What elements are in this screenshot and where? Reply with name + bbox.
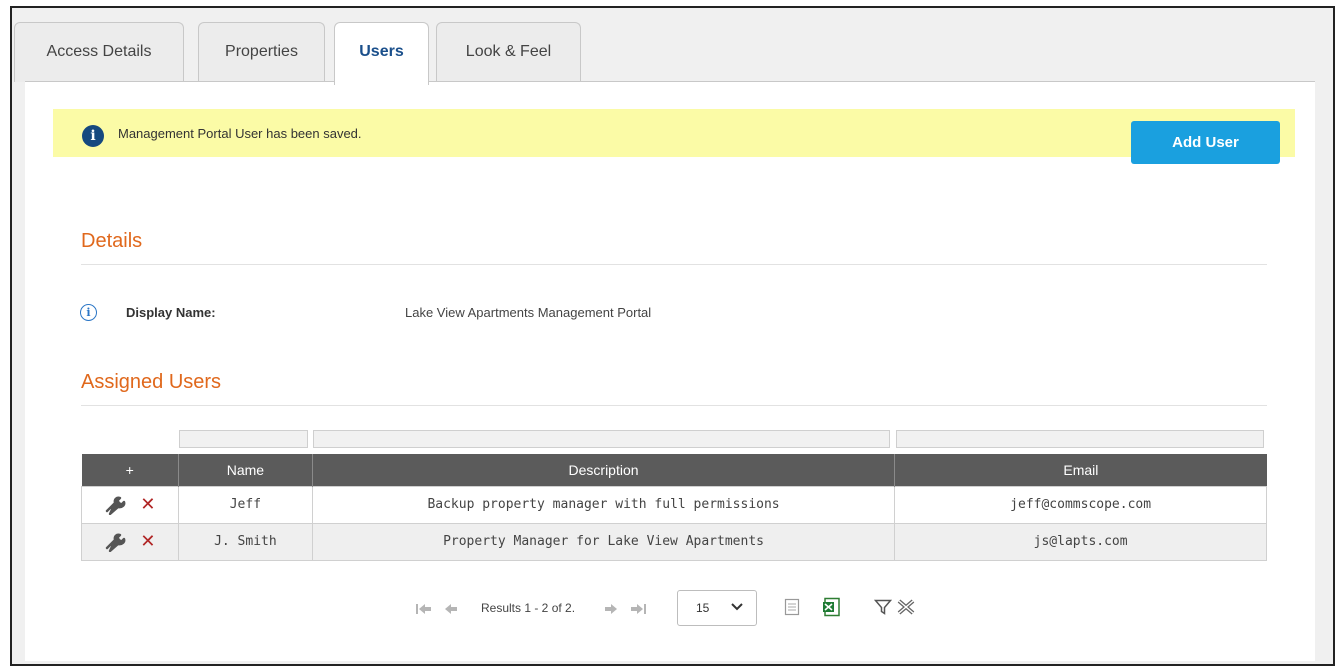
display-name-value: Lake View Apartments Management Portal [405,305,652,320]
add-user-button[interactable]: Add User [1131,121,1280,164]
first-page-icon[interactable] [415,602,433,616]
table-row: ✕ J. Smith Property Manager for Lake Vie… [81,522,1267,561]
filter-icon[interactable] [874,599,892,615]
column-header-email[interactable]: Email [894,454,1267,486]
details-section-title: Details [81,230,143,252]
page-size-value: 15 [696,601,710,615]
description-cell: Property Manager for Lake View Apartment… [311,522,896,561]
tab-look-and-feel[interactable]: Look & Feel [436,22,581,82]
description-filter-input[interactable] [313,430,890,448]
tab-label: Look & Feel [465,43,552,60]
export-document-icon[interactable] [784,598,800,616]
wrench-icon[interactable] [104,532,126,552]
table-header-row: + Name Description Email [81,454,1267,486]
tab-users[interactable]: Users [334,22,429,85]
wrench-icon[interactable] [104,495,126,515]
description-cell: Backup property manager with full permis… [311,485,896,524]
row-actions: ✕ [81,485,179,524]
export-excel-icon[interactable] [822,597,842,617]
row-actions: ✕ [81,522,179,561]
divider [81,264,1267,265]
email-cell: jeff@commscope.com [894,485,1267,524]
column-header-description[interactable]: Description [311,454,895,486]
email-cell: js@lapts.com [894,522,1267,561]
tab-label: Properties [225,43,298,60]
results-count: Results 1 - 2 of 2. [481,601,576,615]
column-header-name[interactable]: Name [177,454,313,486]
display-name-label: Display Name: [126,305,216,320]
info-icon: i [82,125,104,147]
tab-properties[interactable]: Properties [198,22,325,82]
divider [81,405,1267,406]
tab-label: Users [359,43,404,60]
page-size-select[interactable]: 15 [677,590,757,626]
name-cell: Jeff [177,485,313,524]
clear-filter-icon[interactable] [896,598,916,616]
notice-message: Management Portal User has been saved. [118,126,362,141]
delete-icon[interactable]: ✕ [140,495,155,514]
next-page-icon[interactable] [603,602,619,616]
add-row-button[interactable]: + [81,454,179,486]
assigned-users-table: + Name Description Email ✕ Jeff Backup p… [81,454,1267,561]
email-filter-input[interactable] [896,430,1264,448]
last-page-icon[interactable] [629,602,647,616]
chevron-down-icon [731,603,743,611]
assigned-users-section-title: Assigned Users [81,371,222,393]
delete-icon[interactable]: ✕ [140,532,155,551]
tab-label: Access Details [46,43,152,60]
name-filter-input[interactable] [179,430,308,448]
pager: Results 1 - 2 of 2. 15 [0,590,1341,630]
name-cell: J. Smith [177,522,313,561]
table-row: ✕ Jeff Backup property manager with full… [81,485,1267,524]
prev-page-icon[interactable] [443,602,459,616]
info-outline-icon[interactable]: i [80,304,97,321]
tab-access-details[interactable]: Access Details [14,22,184,82]
